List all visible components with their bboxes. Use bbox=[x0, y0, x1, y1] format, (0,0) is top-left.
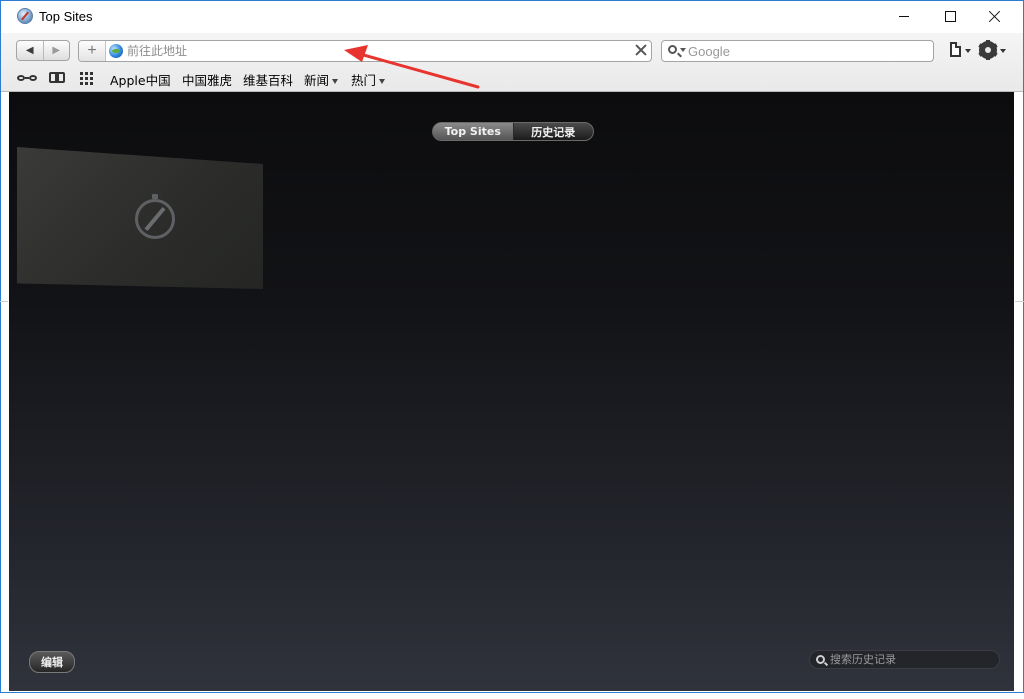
settings-caret-icon bbox=[1000, 49, 1006, 53]
book-icon[interactable] bbox=[48, 71, 68, 85]
browser-window: Top Sites ◀ ▶ + 前往此地址 Google Apple中国 中国雅… bbox=[0, 0, 1024, 693]
add-bookmark-button[interactable]: + bbox=[79, 41, 106, 61]
bookmark-folder-label: 新闻 bbox=[304, 73, 330, 88]
globe-icon bbox=[109, 44, 123, 58]
address-bar: + bbox=[78, 40, 652, 62]
background-divider bbox=[1015, 301, 1024, 302]
search-icon bbox=[816, 655, 825, 664]
bookmark-wikipedia[interactable]: 维基百科 bbox=[243, 70, 293, 89]
maximize-button[interactable] bbox=[927, 1, 973, 31]
grid-icon[interactable] bbox=[80, 71, 96, 85]
bookmarks-bar: Apple中国 中国雅虎 维基百科 新闻 热门 bbox=[1, 67, 1023, 89]
search-bar bbox=[661, 40, 934, 62]
forward-arrow-icon: ▶ bbox=[52, 45, 61, 56]
chevron-down-icon bbox=[332, 79, 339, 84]
page-menu-caret-icon bbox=[965, 49, 971, 53]
edit-button[interactable]: 编辑 bbox=[29, 651, 75, 673]
maximize-icon bbox=[944, 10, 956, 22]
search-icon[interactable] bbox=[668, 45, 677, 54]
book-page bbox=[49, 72, 57, 83]
minimize-icon bbox=[899, 15, 909, 17]
safari-compass-icon bbox=[17, 8, 33, 24]
history-search-input[interactable] bbox=[830, 651, 995, 668]
view-switcher: Top Sites 历史记录 bbox=[432, 122, 594, 141]
bookmark-apple-china[interactable]: Apple中国 bbox=[110, 70, 171, 89]
tab-top-sites[interactable]: Top Sites bbox=[433, 123, 514, 140]
glasses-lens bbox=[29, 75, 37, 81]
clear-address-icon[interactable] bbox=[635, 44, 647, 56]
background-divider bbox=[0, 301, 8, 302]
book-page bbox=[57, 72, 65, 83]
page-menu-button[interactable] bbox=[948, 42, 972, 60]
gear-icon bbox=[981, 43, 995, 57]
nav-buttons: ◀ ▶ bbox=[16, 40, 70, 61]
forward-button[interactable]: ▶ bbox=[42, 41, 70, 60]
history-search-field bbox=[809, 650, 1000, 669]
title-bar: Top Sites bbox=[1, 1, 1023, 33]
bookmark-folder-popular[interactable]: 热门 bbox=[351, 70, 386, 89]
tab-history[interactable]: 历史记录 bbox=[514, 123, 594, 140]
glasses-lens bbox=[17, 75, 25, 81]
back-button[interactable]: ◀ bbox=[17, 41, 43, 60]
bookmark-folder-label: 热门 bbox=[351, 73, 377, 88]
compass-icon bbox=[135, 194, 175, 239]
plus-icon: + bbox=[87, 42, 97, 59]
top-site-thumbnail[interactable] bbox=[17, 147, 263, 289]
close-button[interactable] bbox=[972, 1, 1018, 31]
page-icon bbox=[950, 42, 961, 57]
top-sites-view: Top Sites 历史记录 编辑 bbox=[9, 92, 1014, 691]
back-arrow-icon: ◀ bbox=[25, 45, 34, 56]
bookmark-yahoo-china[interactable]: 中国雅虎 bbox=[182, 70, 232, 89]
bookmark-folder-news[interactable]: 新闻 bbox=[304, 70, 339, 89]
chevron-down-icon bbox=[379, 79, 386, 84]
settings-button[interactable] bbox=[978, 40, 1007, 60]
close-icon bbox=[989, 10, 1001, 22]
search-input[interactable] bbox=[688, 41, 928, 61]
search-engine-caret-icon[interactable] bbox=[680, 48, 686, 52]
glasses-icon[interactable] bbox=[17, 71, 39, 85]
toolbar: ◀ ▶ + 前往此地址 Google Apple中国 中国雅虎 维基百科 新闻 … bbox=[1, 33, 1023, 92]
address-input[interactable] bbox=[127, 41, 627, 61]
window-title: Top Sites bbox=[39, 9, 93, 24]
minimize-button[interactable] bbox=[881, 1, 927, 31]
